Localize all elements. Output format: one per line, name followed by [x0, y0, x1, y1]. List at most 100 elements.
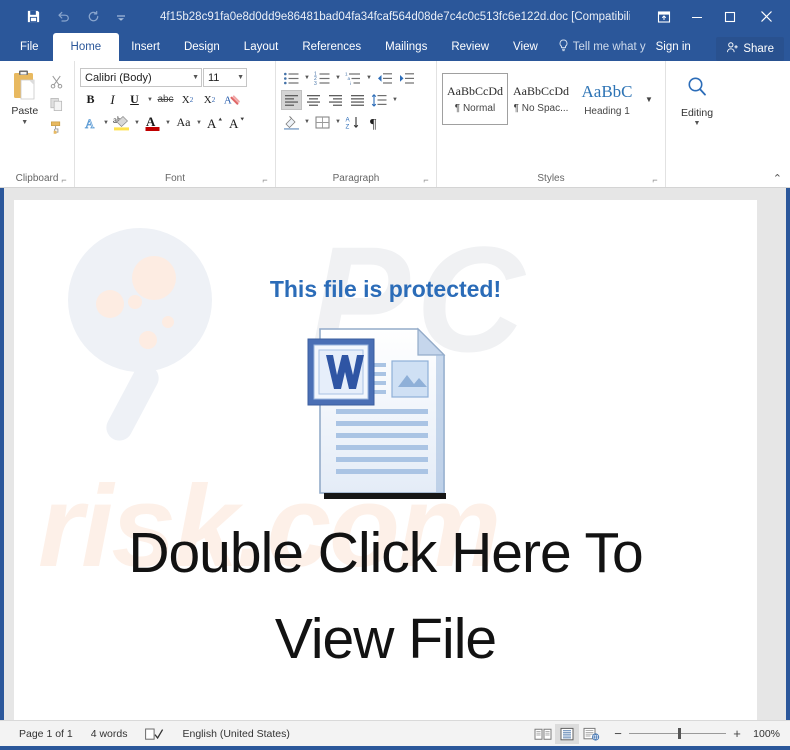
document-page[interactable]: PC risk.com This file is protected! Doub… [14, 200, 757, 720]
web-layout-view-button[interactable] [579, 724, 603, 744]
align-center-icon[interactable] [303, 90, 324, 110]
redo-icon[interactable] [78, 5, 108, 29]
style-normal[interactable]: AaBbCcDd ¶ Normal [442, 73, 508, 125]
zoom-level[interactable]: 100% [750, 728, 784, 740]
zoom-track[interactable] [629, 728, 726, 739]
copy-icon[interactable] [46, 94, 68, 114]
save-icon[interactable] [18, 5, 48, 29]
magnifier-icon [684, 74, 710, 105]
text-effects-icon[interactable]: A [80, 112, 101, 133]
paste-button[interactable]: Paste ▼ [5, 68, 45, 126]
borders-icon[interactable] [312, 112, 333, 132]
read-mode-view-button[interactable] [531, 724, 555, 744]
multilevel-caret-icon[interactable]: ▼ [365, 75, 373, 81]
align-left-icon[interactable] [281, 90, 302, 110]
sign-in-link[interactable]: Sign in [650, 33, 697, 61]
share-button[interactable]: Share [716, 37, 784, 61]
ribbon-display-options-icon[interactable] [647, 2, 680, 32]
tab-review[interactable]: Review [439, 33, 501, 61]
close-icon[interactable] [746, 2, 786, 32]
font-name-combo[interactable]: Calibri (Body) ▼ [80, 68, 202, 87]
strikethrough-button[interactable]: abc [155, 89, 176, 110]
style-heading-1[interactable]: AaBbC Heading 1 [574, 73, 640, 125]
change-case-caret-icon[interactable]: ▼ [195, 120, 203, 126]
svg-text:i: i [350, 80, 351, 85]
align-right-icon[interactable] [325, 90, 346, 110]
show-formatting-marks-icon[interactable]: ¶ [365, 112, 386, 132]
sort-icon[interactable]: AZ [343, 112, 364, 132]
styles-group-label: Styles [537, 173, 565, 184]
cut-icon[interactable] [46, 71, 68, 91]
ribbon-group-paragraph: ▼ 123 ▼ 1ai ▼ ▼ ▼ ▼ A Z ¶ Paragraph ⌐ [276, 61, 437, 187]
customize-qat-icon[interactable] [108, 5, 134, 29]
subscript-button[interactable]: X2 [177, 89, 198, 110]
underline-caret-icon[interactable]: ▼ [146, 97, 154, 103]
font-color-icon[interactable]: A [142, 112, 163, 133]
language-indicator[interactable]: English (United States) [173, 728, 298, 740]
zoom-out-button[interactable]: − [613, 726, 623, 741]
line-spacing-caret-icon[interactable]: ▼ [391, 97, 399, 103]
tell-me-box[interactable]: Tell me what y [550, 33, 650, 61]
zoom-thumb[interactable] [678, 728, 681, 739]
highlight-caret-icon[interactable]: ▼ [133, 120, 141, 126]
numbering-icon[interactable]: 123 [312, 68, 333, 88]
multilevel-list-icon[interactable]: 1ai [343, 68, 364, 88]
tab-view[interactable]: View [501, 33, 550, 61]
tab-insert[interactable]: Insert [119, 33, 172, 61]
zoom-slider[interactable]: − + [603, 726, 750, 741]
shading-icon[interactable] [281, 112, 302, 132]
highlight-icon[interactable]: ab [111, 112, 132, 133]
restore-icon[interactable] [713, 2, 746, 32]
paste-dropdown-caret-icon[interactable]: ▼ [21, 119, 28, 126]
text-effects-caret-icon[interactable]: ▼ [102, 120, 110, 126]
font-dialog-launcher[interactable]: ⌐ [260, 175, 270, 185]
tab-layout[interactable]: Layout [232, 33, 291, 61]
font-size-value: 11 [208, 71, 220, 84]
shading-caret-icon[interactable]: ▼ [303, 119, 311, 125]
increase-indent-icon[interactable] [396, 68, 417, 88]
borders-caret-icon[interactable]: ▼ [334, 119, 342, 125]
decrease-indent-icon[interactable] [374, 68, 395, 88]
change-case-button[interactable]: Aa [173, 112, 194, 133]
clipboard-dialog-launcher[interactable]: ⌐ [59, 175, 69, 185]
window-title-text: 4f15b28c91fa0e8d0dd9e86481bad04fa34fcaf5… [160, 10, 630, 23]
underline-button[interactable]: U [124, 89, 145, 110]
styles-more-caret-icon[interactable]: ▼ [640, 73, 658, 125]
font-size-combo[interactable]: 11 ▼ [203, 68, 247, 87]
bullets-icon[interactable] [281, 68, 302, 88]
svg-text:A: A [346, 116, 351, 123]
bullets-caret-icon[interactable]: ▼ [303, 75, 311, 81]
bold-button[interactable]: B [80, 89, 101, 110]
print-layout-view-button[interactable] [555, 723, 579, 744]
superscript-button[interactable]: X2 [199, 89, 220, 110]
tab-references[interactable]: References [290, 33, 373, 61]
styles-dialog-launcher[interactable]: ⌐ [650, 175, 660, 185]
tab-file[interactable]: File [0, 33, 53, 61]
shrink-font-button[interactable]: A [226, 112, 247, 133]
document-workspace: PC risk.com This file is protected! Doub… [0, 188, 790, 720]
page-count[interactable]: Page 1 of 1 [10, 728, 82, 740]
svg-text:Z: Z [346, 123, 350, 129]
editing-caret-icon[interactable]: ▼ [694, 120, 701, 127]
proofing-errors-icon[interactable] [136, 727, 173, 741]
paragraph-dialog-launcher[interactable]: ⌐ [421, 175, 431, 185]
tab-home[interactable]: Home [52, 33, 120, 61]
numbering-caret-icon[interactable]: ▼ [334, 75, 342, 81]
style-no-spacing[interactable]: AaBbCcDd ¶ No Spac... [508, 73, 574, 125]
font-color-caret-icon[interactable]: ▼ [164, 120, 172, 126]
tab-mailings[interactable]: Mailings [373, 33, 439, 61]
clear-formatting-icon[interactable]: A [221, 89, 242, 110]
grow-font-button[interactable]: A [204, 112, 225, 133]
italic-button[interactable]: I [102, 89, 123, 110]
line-spacing-icon[interactable] [369, 90, 390, 110]
word-document-package-icon[interactable] [306, 325, 466, 505]
justify-icon[interactable] [347, 90, 368, 110]
collapse-ribbon-icon[interactable]: ⌃ [773, 172, 782, 185]
editing-button[interactable]: Editing ▼ [671, 68, 723, 127]
zoom-in-button[interactable]: + [732, 726, 742, 741]
word-count[interactable]: 4 words [82, 728, 137, 740]
undo-icon[interactable] [48, 5, 78, 29]
format-painter-icon[interactable] [46, 117, 68, 137]
tab-design[interactable]: Design [172, 33, 232, 61]
minimize-icon[interactable] [680, 2, 713, 32]
